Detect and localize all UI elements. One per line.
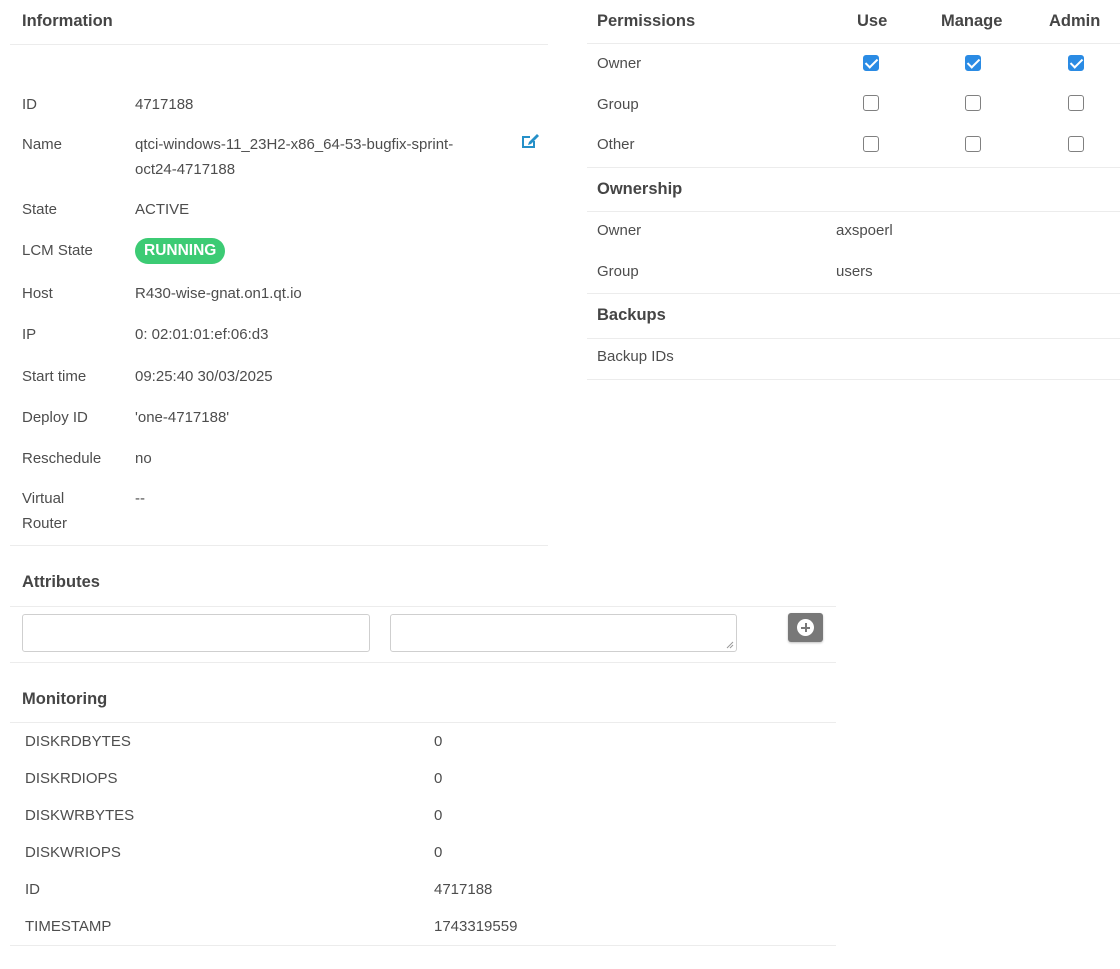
monitoring-value: 0 — [434, 733, 443, 750]
info-value: 09:25:40 30/03/2025 — [135, 368, 273, 385]
info-label: IP — [22, 326, 37, 343]
permissions-col-use: Use — [857, 12, 888, 30]
attribute-value-textarea[interactable] — [390, 614, 737, 652]
info-label: Deploy ID — [22, 409, 88, 426]
add-attribute-button[interactable] — [788, 613, 823, 642]
monitoring-label: TIMESTAMP — [25, 918, 112, 935]
info-label: Start time — [22, 368, 87, 385]
ownership-title: Ownership — [597, 180, 683, 198]
permissions-col-admin: Admin — [1049, 12, 1101, 30]
monitoring-label: DISKWRIOPS — [25, 844, 121, 861]
backups-title: Backups — [597, 306, 666, 324]
checkbox-other-use[interactable] — [863, 136, 879, 152]
divider — [10, 545, 548, 546]
backups-ids-label: Backup IDs — [597, 348, 674, 365]
checkbox-owner-admin[interactable] — [1068, 55, 1084, 71]
info-label: ID — [22, 96, 37, 113]
info-label: State — [22, 201, 58, 218]
monitoring-label: DISKWRBYTES — [25, 807, 135, 824]
info-value: no — [135, 450, 152, 467]
monitoring-label: DISKRDIOPS — [25, 770, 118, 787]
resize-grip-icon[interactable] — [726, 641, 734, 649]
ownership-owner-label: Owner — [597, 222, 642, 239]
status-badge: RUNNING — [135, 238, 226, 264]
checkbox-owner-manage[interactable] — [965, 55, 981, 71]
info-label: LCM State — [22, 242, 93, 259]
checkbox-group-use[interactable] — [863, 95, 879, 111]
permissions-row-label: Other — [597, 136, 635, 153]
permissions-title: Permissions — [597, 12, 696, 30]
divider — [10, 44, 548, 45]
monitoring-label: ID — [25, 881, 40, 898]
plus-circle-icon — [797, 619, 814, 636]
checkbox-group-admin[interactable] — [1068, 95, 1084, 111]
info-value: ACTIVE — [135, 201, 190, 218]
info-label: Host — [22, 285, 53, 302]
ownership-group-label: Group — [597, 263, 639, 280]
attributes-title: Attributes — [22, 573, 100, 591]
info-value: 0: 02:01:01:ef:06:d3 — [135, 326, 269, 343]
monitoring-value: 1743319559 — [434, 918, 518, 935]
divider — [587, 167, 1120, 168]
monitoring-value: 0 — [434, 844, 443, 861]
edit-icon[interactable] — [520, 132, 540, 150]
checkbox-other-manage[interactable] — [965, 136, 981, 152]
info-label-line1: Virtual — [22, 490, 65, 507]
info-value-line1: qtci-windows-11_23H2-x86_64-53-bugfix-sp… — [135, 136, 454, 153]
info-value: R430-wise-gnat.on1.qt.io — [135, 285, 302, 302]
checkbox-other-admin[interactable] — [1068, 136, 1084, 152]
permissions-row-label: Group — [597, 96, 639, 113]
info-label-line2: Router — [22, 515, 68, 532]
info-value: -- — [135, 490, 145, 507]
divider — [587, 211, 1120, 212]
info-value-line2: oct24-4717188 — [135, 161, 236, 178]
monitoring-value: 0 — [434, 807, 443, 824]
information-title: Information — [22, 12, 113, 30]
divider — [10, 606, 836, 607]
divider — [10, 662, 836, 663]
monitoring-label: DISKRDBYTES — [25, 733, 131, 750]
info-value: 'one-4717188' — [135, 409, 230, 426]
permissions-col-manage: Manage — [941, 12, 1003, 30]
monitoring-title: Monitoring — [22, 690, 108, 708]
checkbox-owner-use[interactable] — [863, 55, 879, 71]
monitoring-value: 0 — [434, 770, 443, 787]
checkbox-group-manage[interactable] — [965, 95, 981, 111]
divider — [10, 945, 836, 946]
permissions-row-label: Owner — [597, 55, 642, 72]
attribute-key-input[interactable] — [22, 614, 370, 652]
ownership-group-value: users — [836, 263, 873, 280]
info-label: Name — [22, 136, 63, 153]
divider — [10, 722, 836, 723]
info-label: Reschedule — [22, 450, 102, 467]
divider — [587, 338, 1120, 339]
divider — [587, 43, 1120, 44]
info-value: 4717188 — [135, 96, 194, 113]
divider — [587, 293, 1120, 294]
monitoring-value: 4717188 — [434, 881, 493, 898]
divider — [587, 379, 1120, 380]
ownership-owner-value: axspoerl — [836, 222, 893, 239]
